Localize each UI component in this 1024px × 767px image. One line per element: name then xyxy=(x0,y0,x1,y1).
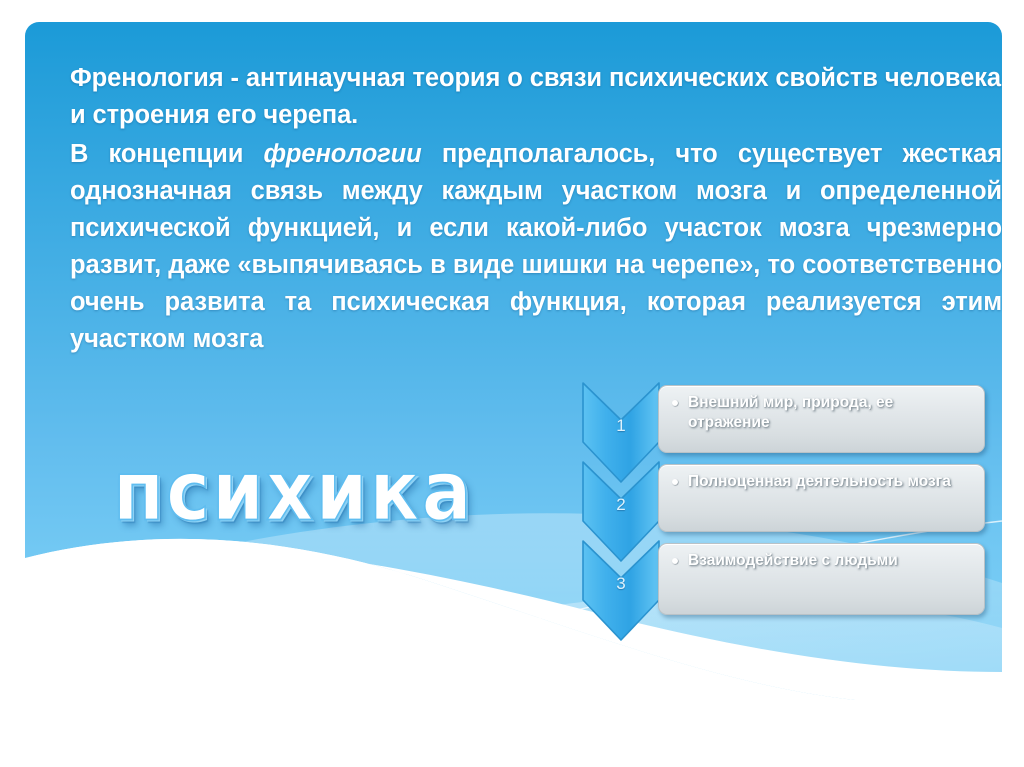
paragraph-definition: Френология - антинаучная теория о связи … xyxy=(70,64,1001,129)
chevron-process-list: 1 Внешний мир, природа, ее отражение 2 П… xyxy=(580,380,990,641)
wordart-psyche: психика xyxy=(112,443,474,540)
paragraph-concept-part-2: предполагалось, что существует жесткая о… xyxy=(70,140,1002,353)
chevron-callout-label-1: Внешний мир, природа, ее отражение xyxy=(688,394,894,431)
paragraph-concept-emphasis: френологии xyxy=(263,140,422,168)
bullet-icon-3 xyxy=(672,558,678,564)
chevron-list-item[interactable]: 3 Взаимодействие с людьми xyxy=(580,538,990,643)
chevron-callout-text-2: Полноценная деятельность мозга xyxy=(672,472,974,492)
slide-blue-panel: Френология - антинаучная теория о связи … xyxy=(25,22,1002,700)
bullet-icon-1 xyxy=(672,400,678,406)
chevron-callout-2[interactable]: Полноценная деятельность мозга xyxy=(658,464,985,532)
slide-body-text: Френология - антинаучная теория о связи … xyxy=(70,60,1002,360)
chevron-callout-label-2: Полноценная деятельность мозга xyxy=(688,473,951,490)
chevron-callout-3[interactable]: Взаимодействие с людьми xyxy=(658,543,985,615)
chevron-callout-text-1: Внешний мир, природа, ее отражение xyxy=(672,393,974,433)
chevron-callout-text-3: Взаимодействие с людьми xyxy=(672,551,974,571)
paragraph-concept-part-1: В концепции xyxy=(70,140,264,168)
chevron-callout-1[interactable]: Внешний мир, природа, ее отражение xyxy=(658,385,985,453)
presentation-slide: Френология - антинаучная теория о связи … xyxy=(0,0,1024,767)
paragraph-concept: В концепции френологии предполагалось, ч… xyxy=(70,136,1002,358)
bullet-icon-2 xyxy=(672,479,678,485)
chevron-down-icon-3 xyxy=(582,540,660,641)
chevron-callout-label-3: Взаимодействие с людьми xyxy=(688,552,898,569)
